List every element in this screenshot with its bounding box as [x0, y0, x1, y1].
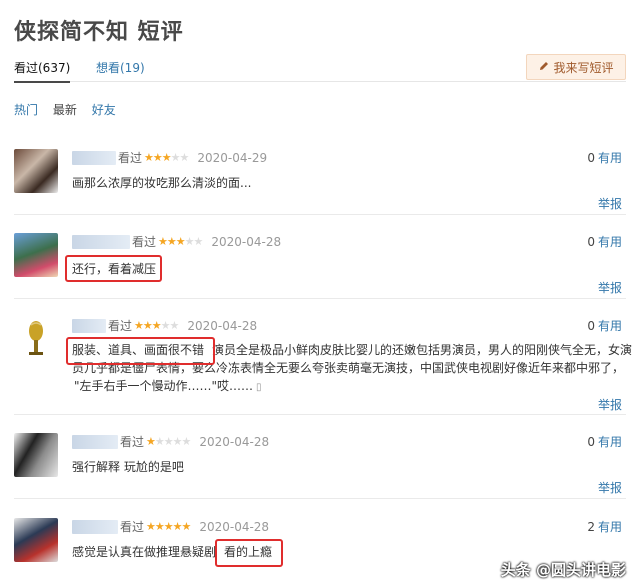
review-date: 2020-04-28 [199, 519, 270, 534]
report-link[interactable]: 举报 [598, 396, 622, 413]
review-text: 强行解释 玩尬的是吧 [72, 460, 184, 474]
review-status: 看过 [108, 319, 133, 333]
useful-vote: 0 有用 [587, 433, 622, 450]
report-link[interactable]: 举报 [598, 479, 622, 496]
useful-vote: 0 有用 [587, 149, 622, 166]
tab-watched[interactable]: 看过(637) [14, 59, 71, 83]
rating-stars: ★★★★★ [146, 520, 191, 533]
highlight-box [66, 337, 215, 365]
sort-options: 热门 最新 好友 [14, 101, 127, 118]
review-item: 看过 ★★★★★ 2020-04-28 0 有用 服装、道具、画面很不错 演员全是极… [14, 317, 632, 415]
useful-count: 0 [587, 435, 595, 449]
username[interactable] [72, 519, 118, 534]
useful-vote: 2 有用 [587, 518, 622, 535]
report-link[interactable]: 举报 [598, 279, 622, 296]
review-date: 2020-04-29 [197, 150, 268, 165]
review-date: 2020-04-28 [187, 318, 258, 333]
username[interactable] [72, 434, 118, 449]
review-tabs: 看过(637) 想看(19) [14, 57, 626, 83]
review-status: 看过 [132, 235, 157, 249]
report-link[interactable]: 举报 [598, 195, 622, 212]
useful-button[interactable]: 有用 [598, 319, 622, 333]
useful-vote: 0 有用 [587, 317, 622, 334]
page-title: 侠探简不知 短评 [14, 20, 184, 45]
avatar[interactable] [14, 518, 58, 562]
review-status: 看过 [118, 151, 143, 165]
useful-count: 0 [587, 235, 595, 249]
review-status: 看过 [120, 520, 145, 534]
username[interactable] [72, 234, 130, 249]
username[interactable] [72, 150, 116, 165]
sort-latest[interactable]: 最新 [53, 103, 77, 117]
expand-icon[interactable]: ▯ [256, 382, 262, 393]
review-date: 2020-04-28 [211, 234, 282, 249]
rating-stars: ★★★★★ [144, 151, 189, 164]
useful-button[interactable]: 有用 [598, 435, 622, 449]
review-item: 看过 ★★★★★ 2020-04-29 0 有用 画那么浓厚的妆吃那么清淡的面..… [14, 149, 626, 215]
rating-stars: ★★★★★ [158, 235, 203, 248]
review-text-line: "左手右手一个慢动作……"哎…… [74, 379, 254, 393]
microphone-icon [14, 317, 58, 361]
useful-count: 2 [587, 520, 595, 534]
review-item: 看过 ★★★★★ 2020-04-28 0 有用 强行解释 玩尬的是吧 举报 [14, 433, 626, 499]
review-text-line: 感觉是认真在做推理悬疑剧 [72, 545, 217, 559]
review-date: 2020-04-28 [199, 434, 270, 449]
useful-count: 0 [587, 151, 595, 165]
rating-stars: ★★★★★ [146, 435, 191, 448]
useful-vote: 0 有用 [587, 233, 622, 250]
highlight-box [65, 255, 162, 282]
sort-hot[interactable]: 热门 [14, 103, 38, 117]
useful-button[interactable]: 有用 [598, 235, 622, 249]
useful-button[interactable]: 有用 [598, 520, 622, 534]
watermark: 头条 @圆头讲电影 [500, 561, 626, 579]
highlight-box [215, 539, 283, 567]
useful-count: 0 [587, 319, 595, 333]
sort-friends[interactable]: 好友 [92, 103, 116, 117]
review-status: 看过 [120, 435, 145, 449]
tab-want[interactable]: 想看(19) [96, 59, 145, 76]
review-text: 画那么浓厚的妆吃那么清淡的面... [72, 176, 252, 190]
rating-stars: ★★★★★ [134, 319, 179, 332]
avatar[interactable] [14, 433, 58, 477]
avatar[interactable] [14, 149, 58, 193]
review-text-line: 演员全是极品小鲜肉皮肤比婴儿的还嫩包括男演员，男人的阳刚侠气全无，女演 [212, 343, 633, 357]
avatar[interactable] [14, 233, 58, 277]
username[interactable] [72, 318, 106, 333]
useful-button[interactable]: 有用 [598, 151, 622, 165]
